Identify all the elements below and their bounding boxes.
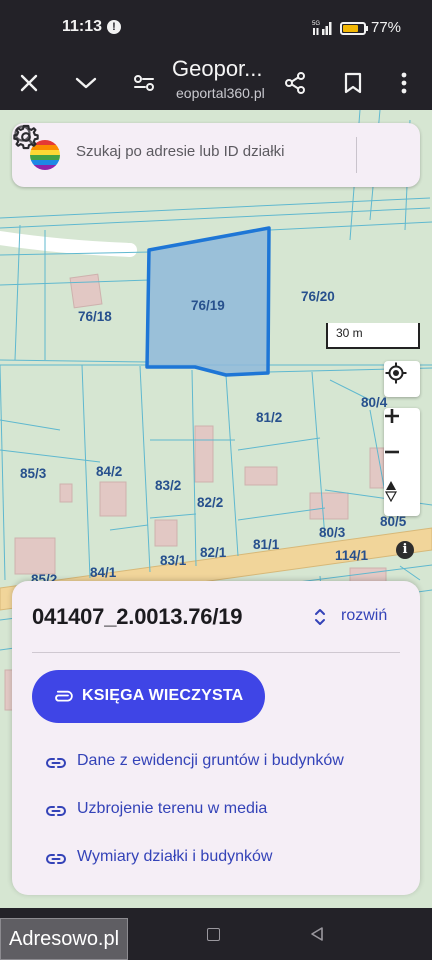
signal-icon: 5G xyxy=(312,21,332,35)
parcel-label: 85/3 xyxy=(20,466,47,481)
screen: 11:13 ! 5G 77% Geopor... eoportal360.pl … xyxy=(0,0,432,960)
parcel-details-sheet: 041407_2.0013.76/19 rozwiń KSIĘGA WIECZY… xyxy=(12,581,420,895)
parcel-label: 84/2 xyxy=(96,464,123,479)
link-land-records-label: Dane z ewidencji gruntów i budynków xyxy=(77,752,344,769)
minus-icon xyxy=(385,450,399,454)
zoom-controls xyxy=(384,408,420,516)
parcel-label: 114/1 xyxy=(335,548,369,563)
bookmark-icon[interactable] xyxy=(336,66,370,100)
notification-icon: ! xyxy=(107,20,121,34)
battery-tip xyxy=(366,26,368,31)
search-input[interactable] xyxy=(76,143,312,160)
parcel-label: 83/1 xyxy=(160,553,187,568)
link-utilities-label: Uzbrojenie terenu w media xyxy=(77,800,268,817)
map-scale: 30 m xyxy=(326,323,420,349)
status-time: 11:13 xyxy=(62,18,103,35)
svg-text:5G: 5G xyxy=(312,21,320,27)
parcel-label: 76/18 xyxy=(78,309,112,324)
page-title: Geopor... xyxy=(172,56,263,81)
locate-button[interactable] xyxy=(384,361,420,397)
plus-icon xyxy=(385,409,399,423)
close-icon[interactable] xyxy=(12,66,46,100)
land-registry-button[interactable]: KSIĘGA WIECZYSTA xyxy=(32,670,265,723)
sheet-divider xyxy=(32,652,400,653)
parcel-label: 81/2 xyxy=(256,410,283,425)
parcel-label: 76/20 xyxy=(301,289,335,304)
page-url: eoportal360.pl xyxy=(176,85,265,101)
expand-chevrons-icon[interactable] xyxy=(312,605,328,629)
back-icon[interactable] xyxy=(309,926,325,942)
more-vert-icon[interactable] xyxy=(387,66,421,100)
parcel-label: 76/19 xyxy=(191,298,225,313)
compass-button[interactable] xyxy=(384,480,420,516)
link-dimensions-label: Wymiary działki i budynków xyxy=(77,848,273,865)
search-bar[interactable] xyxy=(12,123,420,187)
link-icon xyxy=(46,806,66,816)
gear-icon[interactable] xyxy=(12,123,40,151)
parcel-label: 84/1 xyxy=(90,565,117,580)
search-divider xyxy=(356,137,357,173)
zoom-in-button[interactable] xyxy=(384,408,420,444)
parcel-label: 83/2 xyxy=(155,478,182,493)
site-settings-icon[interactable] xyxy=(127,66,161,100)
link-icon xyxy=(46,758,66,768)
recents-icon[interactable] xyxy=(207,928,220,941)
browser-toolbar: Geopor... eoportal360.pl xyxy=(0,56,432,110)
watermark: Adresowo.pl xyxy=(0,918,128,960)
parcel-label: 82/2 xyxy=(197,495,224,510)
parcel-label: 80/5 xyxy=(380,514,407,529)
paperclip-icon xyxy=(55,690,73,702)
parcel-label: 81/1 xyxy=(253,537,280,552)
status-bar: 11:13 ! 5G 77% xyxy=(0,0,432,56)
battery-icon xyxy=(340,22,366,35)
parcel-label: 80/3 xyxy=(319,525,346,540)
parcel-id: 041407_2.0013.76/19 xyxy=(32,604,243,629)
chevron-down-icon[interactable] xyxy=(69,66,103,100)
zoom-out-button[interactable] xyxy=(384,444,420,480)
scale-label: 30 m xyxy=(336,326,363,340)
compass-icon xyxy=(384,481,398,502)
land-registry-label: KSIĘGA WIECZYSTA xyxy=(82,687,244,704)
parcel-label: 82/1 xyxy=(200,545,227,560)
share-icon[interactable] xyxy=(278,66,312,100)
my-location-icon xyxy=(385,362,407,384)
expand-button[interactable]: rozwiń xyxy=(341,607,387,625)
battery-percent: 77% xyxy=(371,19,402,36)
link-icon xyxy=(46,854,66,864)
info-icon[interactable]: i xyxy=(396,541,414,559)
